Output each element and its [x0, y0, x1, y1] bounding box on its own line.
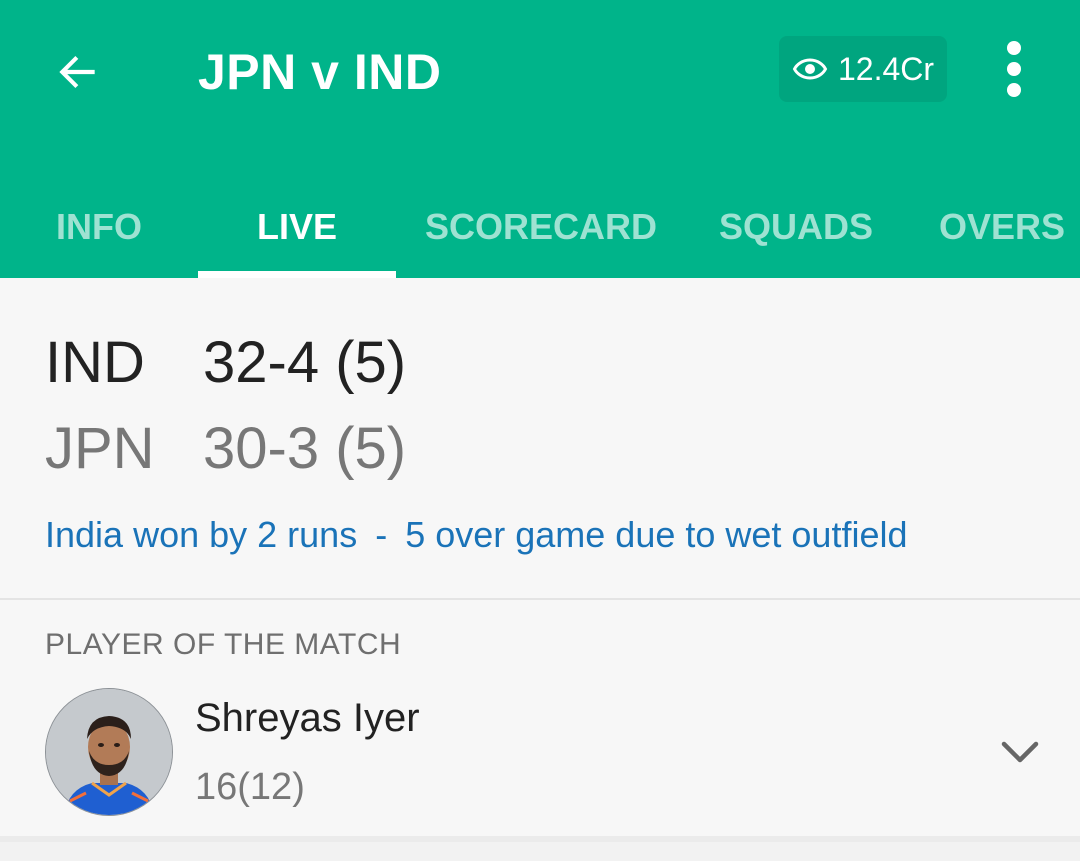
player-name: Shreyas Iyer — [195, 696, 420, 740]
expand-button[interactable] — [996, 728, 1044, 776]
tab-live[interactable]: LIVE — [198, 176, 396, 278]
tab-squads[interactable]: SQUADS — [700, 176, 892, 278]
views-chip[interactable]: 12.4Cr — [779, 36, 947, 102]
team-row-jpn: JPN 30-3 (5) — [45, 414, 406, 484]
tab-scorecard[interactable]: SCORECARD — [410, 176, 672, 278]
tab-info[interactable]: INFO — [0, 176, 198, 278]
match-title: JPN v IND — [198, 44, 442, 100]
active-tab-indicator — [198, 271, 396, 278]
team-score: 30-3 (5) — [203, 416, 407, 481]
app-bar: JPN v IND 12.4Cr INFO LIVE SCORECARD SQU… — [0, 0, 1080, 278]
arrow-left-icon — [59, 55, 95, 89]
eye-icon — [792, 58, 828, 80]
tab-bar: INFO LIVE SCORECARD SQUADS OVERS — [0, 176, 1080, 278]
match-result: India won by 2 runs -5 over game due to w… — [45, 514, 908, 556]
team-abbr: IND — [45, 330, 145, 395]
views-count: 12.4Cr — [837, 50, 935, 87]
result-text: India won by 2 runs — [45, 514, 358, 555]
player-stat: 16(12) — [195, 766, 305, 808]
team-score: 32-4 (5) — [203, 330, 407, 395]
back-button[interactable] — [48, 42, 108, 102]
chevron-down-icon — [1001, 741, 1039, 763]
result-separator: - — [375, 514, 388, 555]
player-of-match-section[interactable]: PLAYER OF THE MATCH Shreyas Iyer 16(12) — [0, 600, 1080, 836]
team-row-ind: IND 32-4 (5) — [45, 328, 406, 398]
score-card[interactable]: IND 32-4 (5) JPN 30-3 (5) India won by 2 r… — [0, 278, 1080, 598]
result-note: 5 over game due to wet outfield — [405, 514, 908, 555]
team-abbr: JPN — [45, 416, 155, 481]
more-vertical-icon — [1007, 41, 1021, 97]
next-card-edge — [0, 842, 1080, 861]
player-avatar — [45, 688, 173, 816]
more-options-button[interactable] — [990, 36, 1038, 102]
tab-overs[interactable]: OVERS — [920, 176, 1080, 278]
section-label: PLAYER OF THE MATCH — [45, 628, 402, 661]
